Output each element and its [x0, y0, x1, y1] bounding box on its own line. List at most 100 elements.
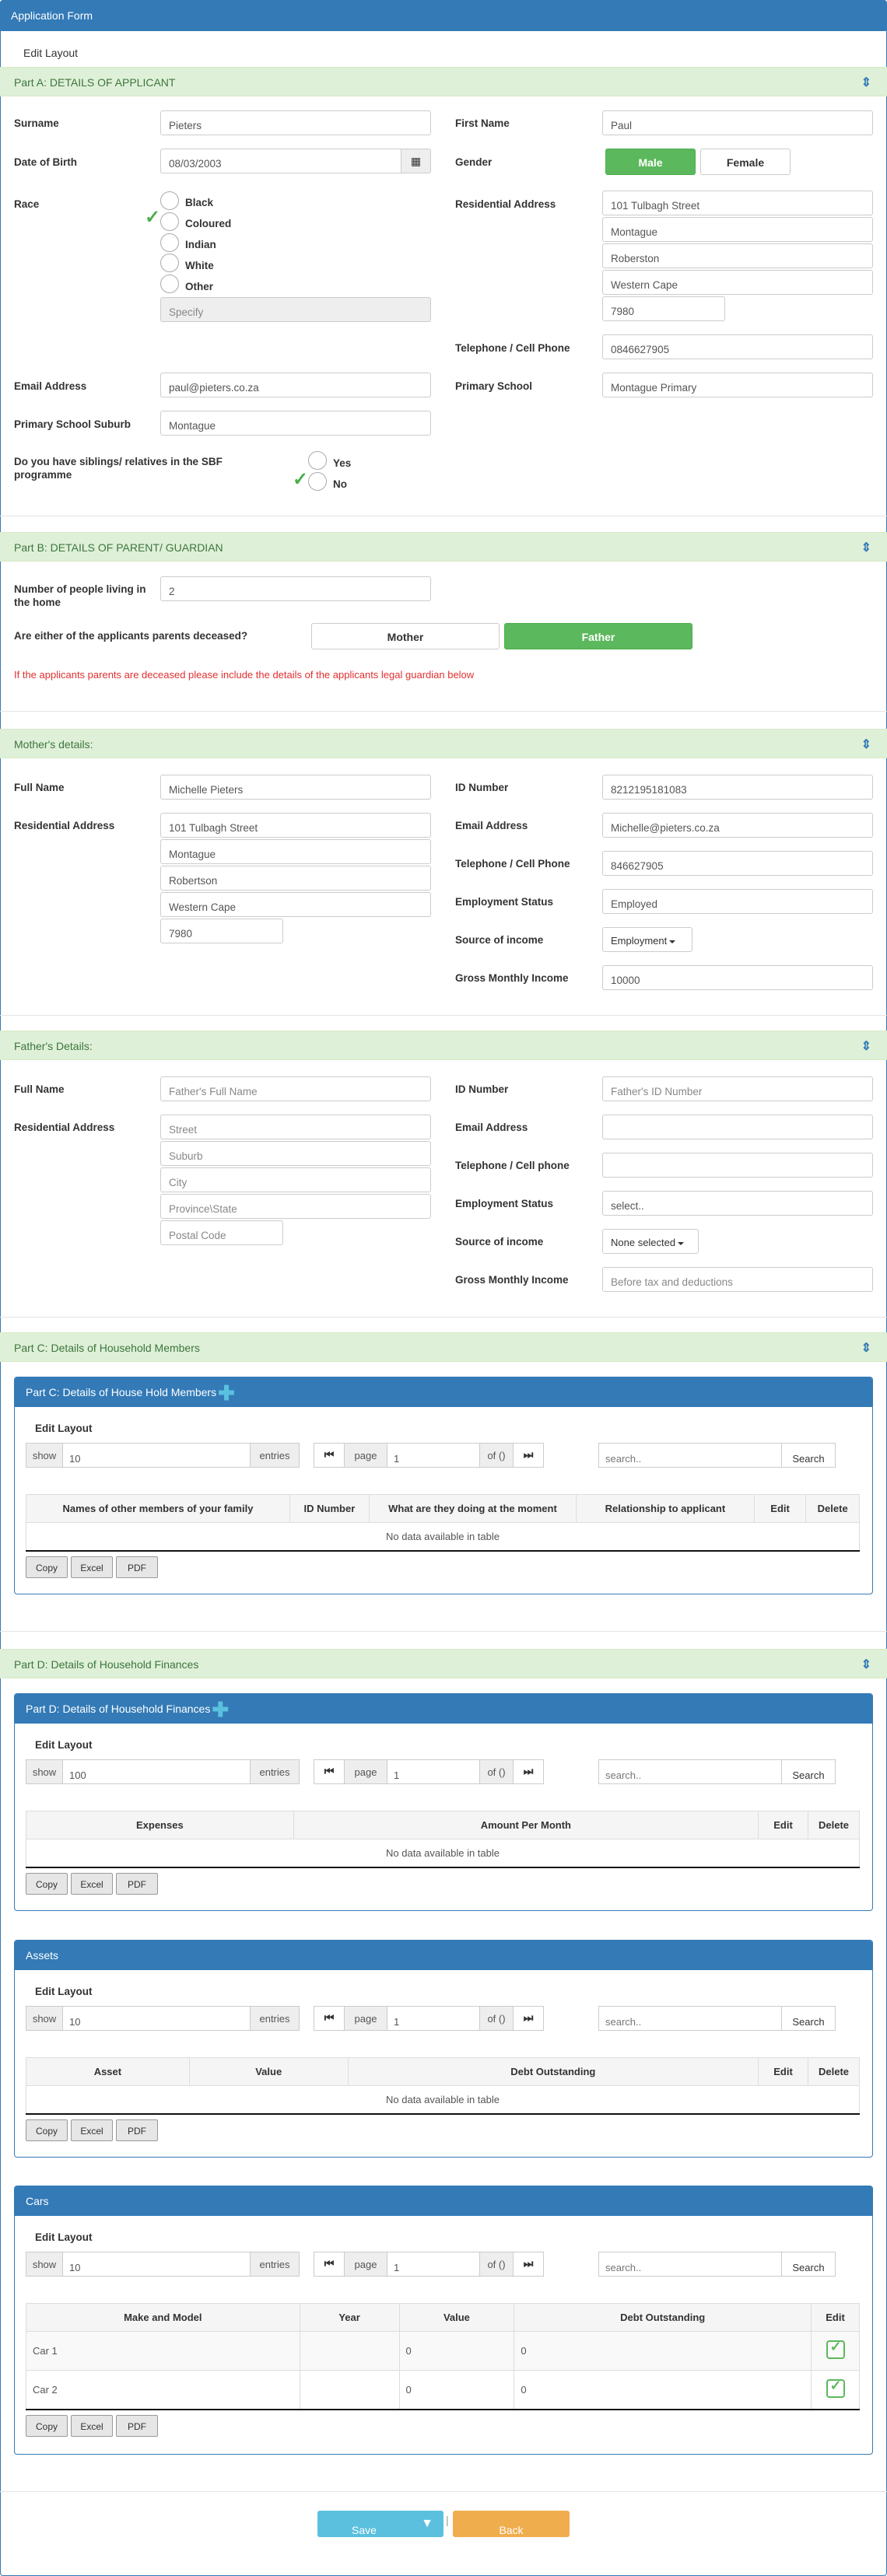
last-page-icon[interactable]: ⏭: [513, 1443, 544, 1468]
father-income-source-select[interactable]: None selected: [602, 1229, 699, 1254]
excel-button[interactable]: Excel: [71, 2119, 113, 2141]
col-header[interactable]: Amount Per Month: [293, 1811, 759, 1839]
col-header[interactable]: Make and Model: [26, 2303, 300, 2332]
race-radio-other[interactable]: [160, 275, 179, 293]
col-header[interactable]: Edit: [811, 2303, 860, 2332]
race-radio-black[interactable]: [160, 191, 179, 210]
telephone-input[interactable]: 0846627905: [602, 334, 873, 359]
calendar-icon[interactable]: ▦: [401, 149, 431, 173]
email-input[interactable]: paul@pieters.co.za: [160, 373, 431, 397]
mother-id-input[interactable]: 8212195181083: [602, 775, 873, 800]
address-city-input[interactable]: Roberston: [602, 243, 873, 268]
gender-female-button[interactable]: Female: [700, 149, 791, 175]
father-id-input[interactable]: Father's ID Number: [602, 1076, 873, 1101]
pdf-button[interactable]: PDF: [116, 1873, 158, 1895]
page-input[interactable]: 1: [387, 2252, 480, 2277]
race-radio-coloured[interactable]: [160, 212, 179, 231]
surname-input[interactable]: Pieters: [160, 110, 431, 135]
search-button[interactable]: Search: [781, 2006, 836, 2031]
mother-suburb-input[interactable]: Montague: [160, 839, 431, 864]
entries-input[interactable]: 10: [62, 2006, 251, 2031]
section-part-b[interactable]: Part B: DETAILS OF PARENT/ GUARDIAN ⇕: [0, 532, 887, 562]
edit-check-icon[interactable]: [826, 2339, 845, 2359]
siblings-radio-no[interactable]: [308, 472, 327, 491]
col-header[interactable]: What are they doing at the moment: [368, 1494, 577, 1523]
mother-gross-input[interactable]: 10000: [602, 965, 873, 990]
col-header[interactable]: Edit: [758, 2057, 809, 2086]
edit-layout-link[interactable]: Edit Layout: [35, 1739, 93, 1751]
deceased-mother-button[interactable]: Mother: [311, 623, 500, 649]
siblings-radio-yes[interactable]: [308, 451, 327, 470]
copy-button[interactable]: Copy: [26, 2415, 68, 2437]
father-tel-input[interactable]: [602, 1153, 873, 1178]
col-header[interactable]: Debt Outstanding: [514, 2303, 812, 2332]
address-street-input[interactable]: 101 Tulbagh Street: [602, 191, 873, 215]
col-header[interactable]: Value: [188, 2057, 349, 2086]
first-page-icon[interactable]: ⏮: [314, 1759, 345, 1784]
mother-postal-input[interactable]: 7980: [160, 919, 283, 943]
mother-email-input[interactable]: Michelle@pieters.co.za: [602, 813, 873, 838]
updown-arrow-icon[interactable]: ⇕: [861, 1657, 871, 1672]
father-street-input[interactable]: Street: [160, 1115, 431, 1139]
edit-layout-link[interactable]: Edit Layout: [35, 1986, 93, 1997]
page-input[interactable]: 1: [387, 1759, 480, 1784]
last-page-icon[interactable]: ⏭: [513, 2252, 544, 2277]
gender-male-button[interactable]: Male: [605, 149, 696, 175]
col-header[interactable]: Asset: [26, 2057, 190, 2086]
race-radio-white[interactable]: [160, 254, 179, 272]
col-header[interactable]: Relationship to applicant: [576, 1494, 755, 1523]
primary-school-input[interactable]: Montague Primary: [602, 373, 873, 397]
copy-button[interactable]: Copy: [26, 1873, 68, 1895]
mother-street-input[interactable]: 101 Tulbagh Street: [160, 813, 431, 838]
father-email-input[interactable]: [602, 1115, 873, 1139]
race-radio-indian[interactable]: [160, 233, 179, 252]
address-province-input[interactable]: Western Cape: [602, 270, 873, 295]
back-button[interactable]: Back: [453, 2511, 570, 2537]
search-input[interactable]: search..: [598, 1443, 782, 1468]
section-part-d[interactable]: Part D: Details of Household Finances ⇕: [0, 1649, 887, 1678]
first-page-icon[interactable]: ⏮: [314, 2252, 345, 2277]
people-count-input[interactable]: 2: [160, 576, 431, 601]
first-name-input[interactable]: Paul: [602, 110, 873, 135]
dob-input[interactable]: 08/03/2003: [160, 149, 401, 173]
table-row[interactable]: Car 1 0 0: [26, 2331, 860, 2371]
father-suburb-input[interactable]: Suburb: [160, 1141, 431, 1166]
col-header[interactable]: Delete: [808, 1811, 860, 1839]
deceased-father-button[interactable]: Father: [504, 623, 692, 649]
pdf-button[interactable]: PDF: [116, 2415, 158, 2437]
col-header[interactable]: Names of other members of your family: [26, 1494, 290, 1523]
search-button[interactable]: Search: [781, 2252, 836, 2277]
mother-province-input[interactable]: Western Cape: [160, 892, 431, 917]
last-page-icon[interactable]: ⏭: [513, 2006, 544, 2031]
save-dropdown-icon[interactable]: ▼: [411, 2511, 444, 2537]
search-input[interactable]: search..: [598, 2006, 782, 2031]
edit-layout-link[interactable]: Edit Layout: [35, 2231, 93, 2243]
mother-name-input[interactable]: Michelle Pieters: [160, 775, 431, 800]
search-input[interactable]: search..: [598, 1759, 782, 1784]
copy-button[interactable]: Copy: [26, 2119, 68, 2141]
father-city-input[interactable]: City: [160, 1167, 431, 1192]
search-button[interactable]: Search: [781, 1443, 836, 1468]
entries-input[interactable]: 10: [62, 1443, 251, 1468]
father-province-input[interactable]: Province\State: [160, 1194, 431, 1219]
search-button[interactable]: Search: [781, 1759, 836, 1784]
col-header[interactable]: Year: [299, 2303, 400, 2332]
excel-button[interactable]: Excel: [71, 2415, 113, 2437]
page-input[interactable]: 1: [387, 2006, 480, 2031]
race-specify-input[interactable]: Specify: [160, 297, 431, 322]
page-input[interactable]: 1: [387, 1443, 480, 1468]
first-page-icon[interactable]: ⏮: [314, 2006, 345, 2031]
col-header[interactable]: Delete: [805, 1494, 860, 1523]
section-mother[interactable]: Mother's details: ⇕: [0, 729, 887, 758]
updown-arrow-icon[interactable]: ⇕: [861, 540, 871, 555]
excel-button[interactable]: Excel: [71, 1873, 113, 1895]
updown-arrow-icon[interactable]: ⇕: [861, 75, 871, 90]
edit-check-icon[interactable]: [826, 2378, 845, 2398]
school-suburb-input[interactable]: Montague: [160, 411, 431, 436]
section-part-c[interactable]: Part C: Details of Household Members ⇕: [0, 1332, 887, 1362]
col-header[interactable]: ID Number: [289, 1494, 370, 1523]
copy-button[interactable]: Copy: [26, 1556, 68, 1578]
save-button[interactable]: Save: [317, 2511, 411, 2537]
father-postal-input[interactable]: Postal Code: [160, 1220, 283, 1245]
plus-icon[interactable]: ✚: [218, 1381, 235, 1405]
